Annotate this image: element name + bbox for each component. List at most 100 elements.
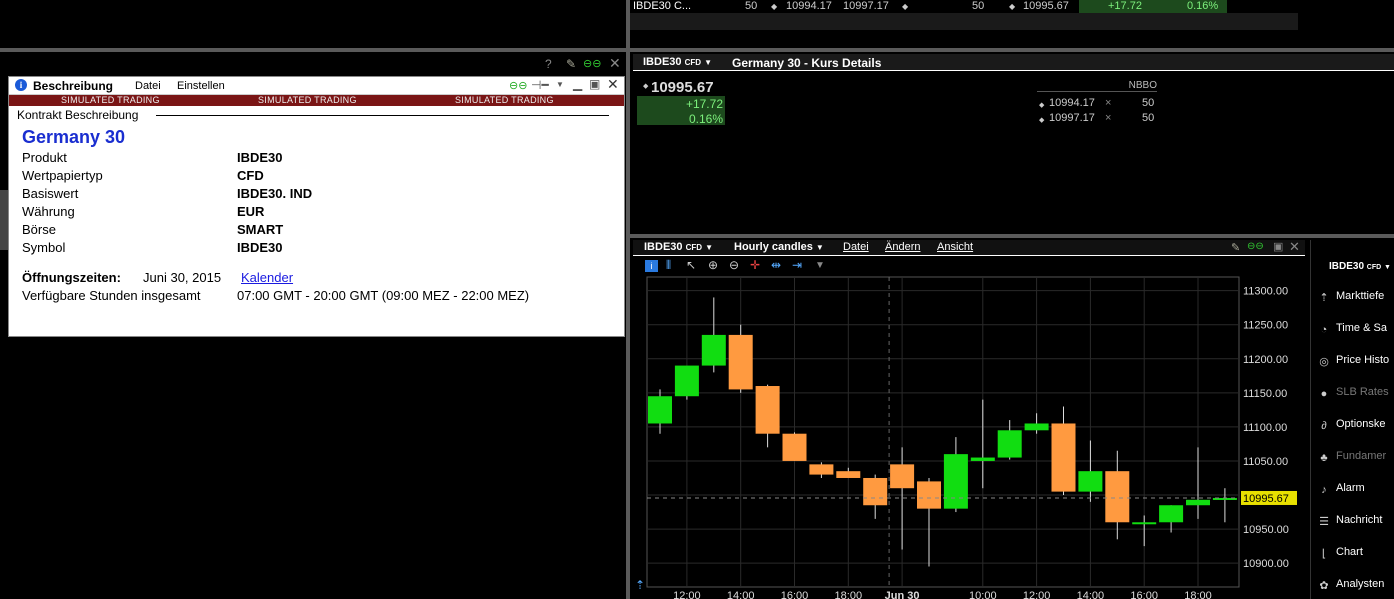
maximize-icon[interactable]: ▣ <box>1273 240 1283 253</box>
candle-body <box>674 365 699 397</box>
x-tick-label: 14:00 <box>727 590 755 599</box>
chart-titlebar[interactable]: IBDE30 CFD ▼ Hourly candles ▼ Datei Ände… <box>633 239 1305 256</box>
link-icon[interactable]: ⊖⊖ <box>509 79 527 92</box>
y-tick-label: 11150.00 <box>1243 388 1287 400</box>
chart-icon: ⌊ <box>1321 548 1327 560</box>
candle-body <box>917 481 941 509</box>
field-label: Produkt <box>22 150 67 165</box>
chart-symbol: IBDE30 <box>644 241 683 253</box>
sidebar-symbol-selector[interactable]: IBDE30 CFD ▼ <box>1329 261 1391 272</box>
candle-body <box>1186 499 1210 506</box>
close-icon[interactable]: ✕ <box>1289 239 1300 255</box>
left-edge-tab[interactable] <box>0 190 8 250</box>
quote-titlebar[interactable]: IBDE30 CFD ▼ Germany 30 - Kurs Details <box>633 54 1394 71</box>
chart-menu-ansicht[interactable]: Ansicht <box>937 241 973 253</box>
analysts-icon: ✿ <box>1319 580 1329 592</box>
candle-body <box>1105 471 1130 523</box>
last-price-label: 10995.67 <box>1243 493 1289 505</box>
bars-icon[interactable]: ⫴ <box>666 258 671 273</box>
sidebar-item-fundamer[interactable]: ♣ Fundamer <box>1317 450 1394 468</box>
sidebar-item-chart[interactable]: ⌊ Chart <box>1317 546 1394 564</box>
sidebar-item-slb-rates[interactable]: ● SLB Rates <box>1317 386 1394 404</box>
field-value: IBDE30. IND <box>237 186 313 201</box>
horizontal-splitter-right[interactable] <box>630 234 1394 238</box>
y-tick-label: 11050.00 <box>1243 456 1288 468</box>
scroll-icon[interactable]: ⇥ <box>792 258 802 272</box>
clock-icon: ◔ <box>1320 324 1328 336</box>
quote-symbol-suffix: CFD <box>684 58 702 67</box>
candle-body <box>1051 423 1076 492</box>
plot-area <box>646 276 1240 588</box>
candlestick-chart[interactable]: 10900.0010950.0011000.0011050.0011100.00… <box>633 275 1305 599</box>
sidebar-item-optionske[interactable]: ∂ Optionske <box>1317 418 1394 436</box>
menu-datei[interactable]: Datei <box>135 80 161 92</box>
size-separator: × <box>1105 112 1112 124</box>
simulated-trading-banner: SIMULATED TRADING SIMULATED TRADING SIMU… <box>9 95 624 106</box>
sidebar-item-time-sa[interactable]: ◔ Time & Sa <box>1317 322 1394 340</box>
sidebar-item-label: Time & Sa <box>1336 322 1387 334</box>
sidebar-item-label: SLB Rates <box>1336 386 1389 398</box>
sidebar-item-alarm[interactable]: ♪ Alarm <box>1317 482 1394 500</box>
timeframe-selector[interactable]: Hourly candles ▼ <box>734 241 824 253</box>
candle-body <box>890 464 915 489</box>
quote-symbol-selector[interactable]: IBDE30 CFD ▼ <box>643 56 712 68</box>
watchlist-row[interactable]: IBDE30 C... 50 ◆ 10994.17 10997.17 ◆ 50 … <box>630 0 1394 13</box>
watchlist-symbol[interactable]: IBDE30 C... <box>633 0 691 12</box>
watchlist-empty-row[interactable] <box>630 13 1298 30</box>
sidebar-item-markttiefe[interactable]: ⇡ Markttiefe <box>1317 290 1394 308</box>
chart-menu-aendern[interactable]: Ändern <box>885 241 920 253</box>
minimize-icon[interactable]: ▁ <box>573 77 582 91</box>
nbbo-bid-size: 50 <box>1142 97 1155 109</box>
pin-icon[interactable]: ⊣━ <box>531 78 549 92</box>
fit-icon[interactable]: ⇹ <box>771 258 781 272</box>
slb-icon: ● <box>1320 388 1328 400</box>
help-icon[interactable]: ? <box>545 57 552 71</box>
info-icon[interactable]: i <box>645 260 658 272</box>
alarm-icon: ♪ <box>1321 484 1327 496</box>
news-rss-icon: ☰ <box>1319 516 1329 528</box>
zoom-out-icon[interactable]: ⊖ <box>729 258 739 272</box>
y-tick-label: 11250.00 <box>1243 320 1288 332</box>
x-tick-label: 12:00 <box>673 590 701 599</box>
sidebar-item-nachricht[interactable]: ☰ Nachricht <box>1317 514 1394 532</box>
chevron-down-icon[interactable]: ▼ <box>815 260 825 271</box>
chevron-down-icon: ▼ <box>815 243 824 252</box>
pin-icon[interactable]: ✎ <box>1231 241 1240 254</box>
diamond-icon: ◆ <box>1009 2 1016 11</box>
quote-title: Germany 30 - Kurs Details <box>732 56 882 70</box>
sidebar-item-label: Optionske <box>1336 418 1386 430</box>
y-tick-label: 11200.00 <box>1243 354 1288 366</box>
crosshair-icon[interactable]: ✛ <box>750 258 760 272</box>
chevron-down-icon: ▼ <box>705 243 714 252</box>
link-icon[interactable]: ⊖⊖ <box>1247 241 1264 252</box>
x-tick-label: 18:00 <box>835 590 863 599</box>
option-chain-icon: ∂ <box>1321 420 1327 432</box>
chart-symbol-selector[interactable]: IBDE30 CFD ▼ <box>644 241 713 253</box>
vertical-splitter[interactable] <box>626 0 630 599</box>
menu-einstellen[interactable]: Einstellen <box>177 80 225 92</box>
candle-body <box>782 433 807 461</box>
description-titlebar[interactable]: i Beschreibung Datei Einstellen ⊖⊖ ⊣━ ▼ … <box>9 76 624 95</box>
draw-line-icon[interactable]: ↖ <box>686 258 696 272</box>
pin-icon[interactable]: ✎ <box>566 57 576 71</box>
simulated-label: SIMULATED TRADING <box>258 95 357 105</box>
magnifier-icon: ◎ <box>1319 356 1329 368</box>
calendar-link[interactable]: Kalender <box>241 270 293 285</box>
candle-body <box>970 457 995 461</box>
link-icon[interactable]: ⊖⊖ <box>583 57 601 70</box>
quote-last: 10995.67 <box>651 79 714 96</box>
zoom-in-icon[interactable]: ⊕ <box>708 258 718 272</box>
watchlist-ask-size: 50 <box>972 0 985 12</box>
chart-menu-datei[interactable]: Datei <box>843 241 869 253</box>
field-value: IBDE30 <box>237 150 283 165</box>
maximize-icon[interactable]: ▣ <box>589 77 600 91</box>
field-label: Börse <box>22 222 56 237</box>
close-icon[interactable]: ✕ <box>607 76 619 93</box>
sidebar-item-label: Fundamer <box>1336 450 1387 462</box>
sidebar-item-analysten[interactable]: ✿ Analysten <box>1317 578 1394 596</box>
chevron-down-icon[interactable]: ▼ <box>556 80 564 89</box>
close-icon[interactable]: ✕ <box>609 55 621 72</box>
sidebar-item-price-histo[interactable]: ◎ Price Histo <box>1317 354 1394 372</box>
diamond-icon: ◆ <box>902 2 909 11</box>
chevron-down-icon: ▼ <box>704 58 713 67</box>
